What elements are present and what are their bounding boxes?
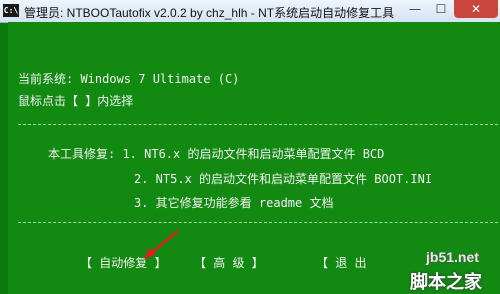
title-bar: C:\ 管理员: NTBOOTautofix v2.0.2 by chz_hlh… — [0, 0, 500, 23]
console-app-icon: C:\ — [3, 4, 19, 17]
window-title: 管理员: NTBOOTautofix v2.0.2 by chz_hlh - N… — [24, 6, 395, 20]
brand-watermark: 脚本之家 — [410, 272, 482, 293]
close-button[interactable]: ✕ — [454, 0, 498, 18]
site-watermark: jb51.net — [426, 249, 479, 265]
minimize-button[interactable]: — — [402, 0, 428, 18]
maximize-button[interactable]: ☐ — [428, 0, 454, 18]
